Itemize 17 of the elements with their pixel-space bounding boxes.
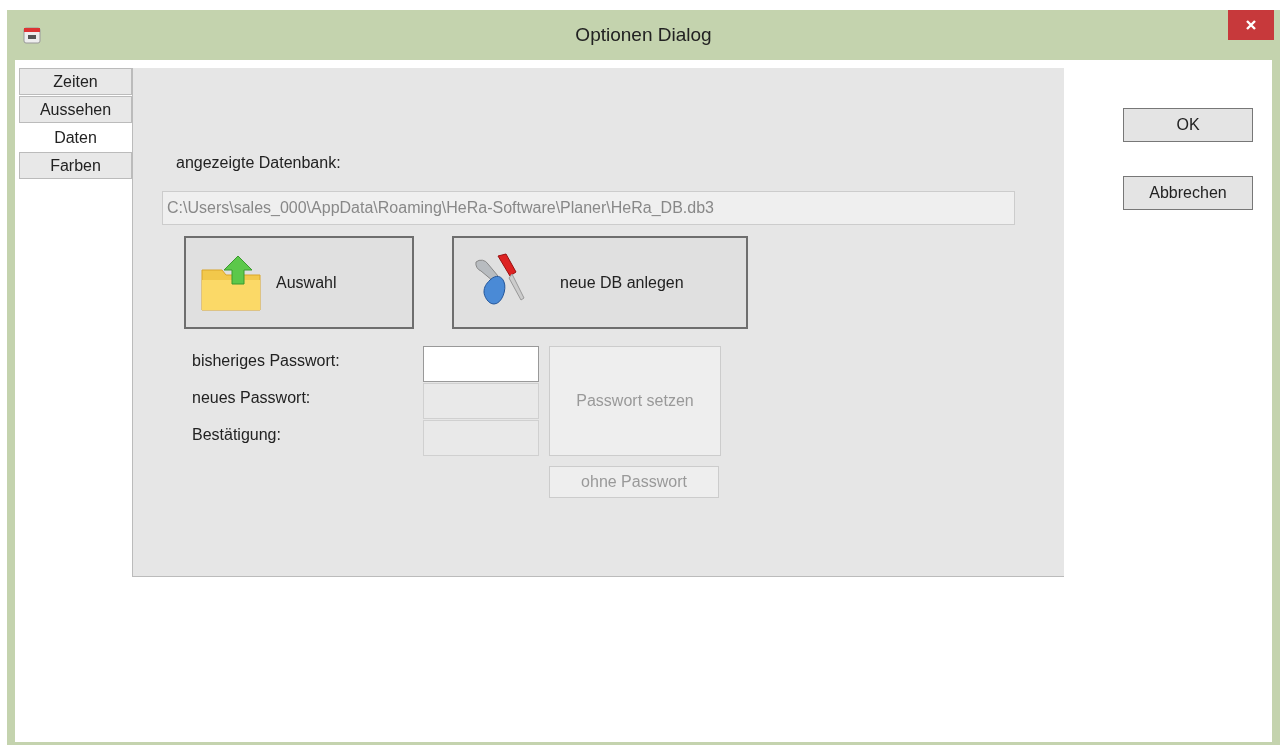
tab[interactable]: Aussehen — [19, 96, 132, 123]
password-label: bisheriges Passwort: — [192, 352, 341, 371]
tab[interactable]: Farben — [19, 152, 132, 179]
dialog-button[interactable]: OK — [1123, 108, 1253, 142]
close-button[interactable] — [1228, 10, 1274, 40]
password-field[interactable] — [423, 346, 539, 382]
action-button[interactable]: Auswahl — [184, 236, 414, 329]
password-label: neues Passwort: — [192, 389, 312, 408]
calendar-icon — [23, 26, 41, 44]
folder-icon — [200, 253, 262, 312]
database-label: angezeigte Datenbank: — [176, 154, 342, 173]
window-title: Optionen Dialog — [575, 24, 712, 46]
close-icon — [1245, 19, 1257, 31]
password-label: Bestätigung: — [192, 426, 282, 445]
action-button[interactable]: neue DB anlegen — [452, 236, 748, 329]
tab[interactable]: Zeiten — [19, 68, 132, 95]
dialog-button[interactable]: Abbrechen — [1123, 176, 1253, 210]
